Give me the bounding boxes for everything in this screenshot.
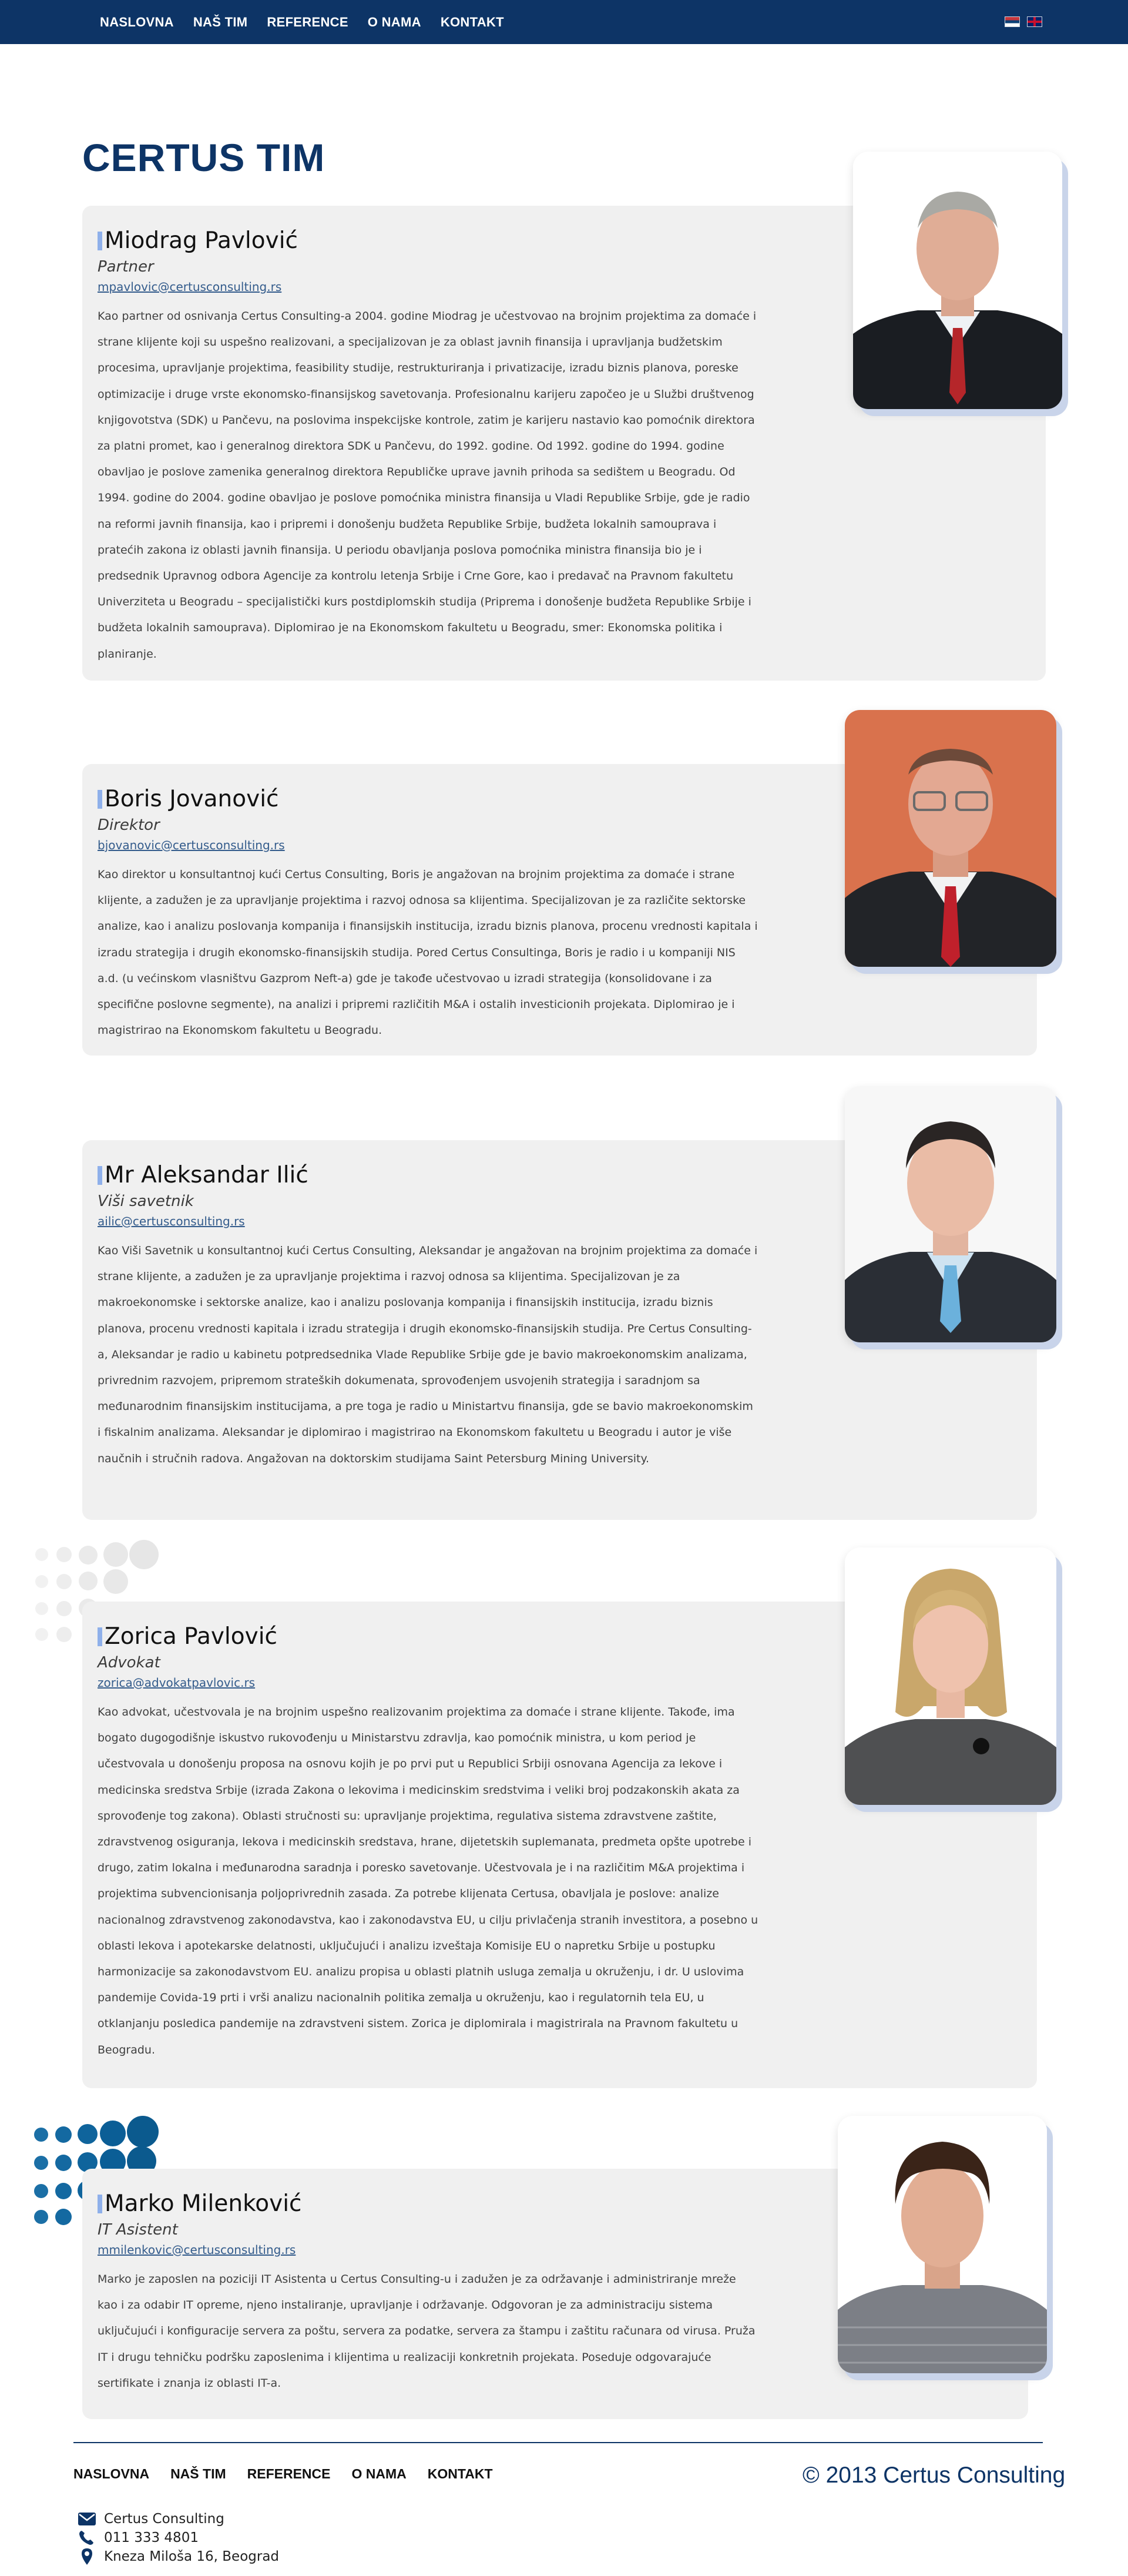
member-bio: Kao advokat, učestvovala je na brojnim u… (98, 1706, 758, 2056)
contact-address-row: Kneza Miloša 16, Beograd (78, 2547, 279, 2566)
accent-bar (98, 1166, 102, 1185)
member-photo-marko (838, 2116, 1047, 2373)
dot (55, 2126, 72, 2143)
contact-info: Certus Consulting 011 333 4801 Kneza Mil… (78, 2510, 279, 2566)
footer-link-naslovna[interactable]: NASLOVNA (73, 2466, 149, 2482)
member-email-link[interactable]: zorica@advokatpavlovic.rs (98, 1674, 255, 1691)
member-name: Mr Aleksandar Ilić (105, 1162, 308, 1188)
dot (56, 1547, 72, 1562)
footer-link-o-nama[interactable]: O NAMA (351, 2466, 406, 2482)
flag-rs-icon[interactable] (1005, 16, 1020, 27)
dot (34, 2128, 48, 2142)
dot (34, 2156, 48, 2170)
language-switcher (1005, 16, 1049, 27)
footer-link-kontakt[interactable]: KONTAKT (428, 2466, 493, 2482)
member-name: Miodrag Pavlović (105, 227, 298, 254)
dot (56, 1601, 72, 1616)
member-bio: Kao partner od osnivanja Certus Consulti… (98, 310, 757, 661)
member-email-link[interactable]: bjovanovic@certusconsulting.rs (98, 837, 285, 853)
member-email-link[interactable]: ailic@certusconsulting.rs (98, 1213, 245, 1230)
main-menu: NASLOVNA NAŠ TIM REFERENCE O NAMA KONTAK… (100, 0, 523, 44)
page-title: CERTUS TIM (82, 136, 325, 179)
dot (78, 2124, 98, 2144)
dot (34, 2210, 48, 2224)
member-bio: Marko je zaposlen na poziciji IT Asisten… (98, 2273, 756, 2390)
phone-icon (79, 2531, 93, 2545)
dot (127, 2116, 159, 2148)
dot (56, 1627, 72, 1642)
copyright-text: © 2013 Certus Consulting (803, 2463, 1066, 2488)
contact-email-label: Certus Consulting (104, 2511, 224, 2527)
member-email-link[interactable]: mpavlovic@certusconsulting.rs (98, 279, 281, 295)
member-name: Boris Jovanović (105, 786, 279, 812)
member-photo-boris (845, 710, 1056, 967)
dot (103, 1569, 128, 1594)
flag-gb-icon[interactable] (1027, 16, 1042, 27)
dot (56, 1574, 72, 1589)
footer-link-reference[interactable]: REFERENCE (247, 2466, 331, 2482)
nav-link-nas-tim[interactable]: NAŠ TIM (193, 15, 248, 30)
envelope-icon (78, 2513, 96, 2525)
member-photo-miodrag (853, 152, 1062, 409)
contact-email-row[interactable]: Certus Consulting (78, 2510, 279, 2528)
location-pin-icon (82, 2548, 92, 2565)
nav-link-reference[interactable]: REFERENCE (267, 15, 348, 30)
accent-bar (98, 790, 102, 809)
accent-bar (98, 1627, 102, 1646)
accent-bar (98, 232, 102, 250)
contact-address: Kneza Miloša 16, Beograd (104, 2549, 280, 2564)
dot (35, 1548, 48, 1561)
dot (55, 2209, 72, 2225)
contact-phone: 011 333 4801 (104, 2530, 199, 2545)
dot (55, 2155, 72, 2171)
nav-link-kontakt[interactable]: KONTAKT (441, 15, 504, 30)
dot (100, 2121, 126, 2146)
dot (34, 2184, 48, 2198)
dot (79, 1546, 98, 1565)
member-email-link[interactable]: mmilenkovic@certusconsulting.rs (98, 2242, 296, 2258)
dot (35, 1602, 48, 1615)
nav-link-o-nama[interactable]: O NAMA (368, 15, 421, 30)
footer-link-nas-tim[interactable]: NAŠ TIM (170, 2466, 226, 2482)
dot (129, 1540, 159, 1569)
dot (79, 1572, 98, 1590)
member-bio: Kao direktor u konsultantnoj kući Certus… (98, 868, 758, 1037)
footer-divider (73, 2442, 1043, 2443)
top-navigation-bar: NASLOVNA NAŠ TIM REFERENCE O NAMA KONTAK… (0, 0, 1128, 44)
member-photo-aleksandar (845, 1086, 1056, 1342)
member-name: Marko Milenković (105, 2190, 302, 2217)
member-bio: Kao Viši Savetnik u konsultantnoj kući C… (98, 1244, 758, 1465)
member-photo-zorica (845, 1547, 1056, 1805)
accent-bar (98, 2195, 102, 2213)
nav-link-naslovna[interactable]: NASLOVNA (100, 15, 174, 30)
dot (35, 1628, 48, 1641)
footer-menu: NASLOVNA NAŠ TIM REFERENCE O NAMA KONTAK… (73, 2466, 514, 2482)
dot (103, 1542, 128, 1567)
dot (35, 1575, 48, 1588)
dot (55, 2183, 72, 2199)
contact-phone-row[interactable]: 011 333 4801 (78, 2528, 279, 2547)
member-name: Zorica Pavlović (105, 1623, 277, 1650)
